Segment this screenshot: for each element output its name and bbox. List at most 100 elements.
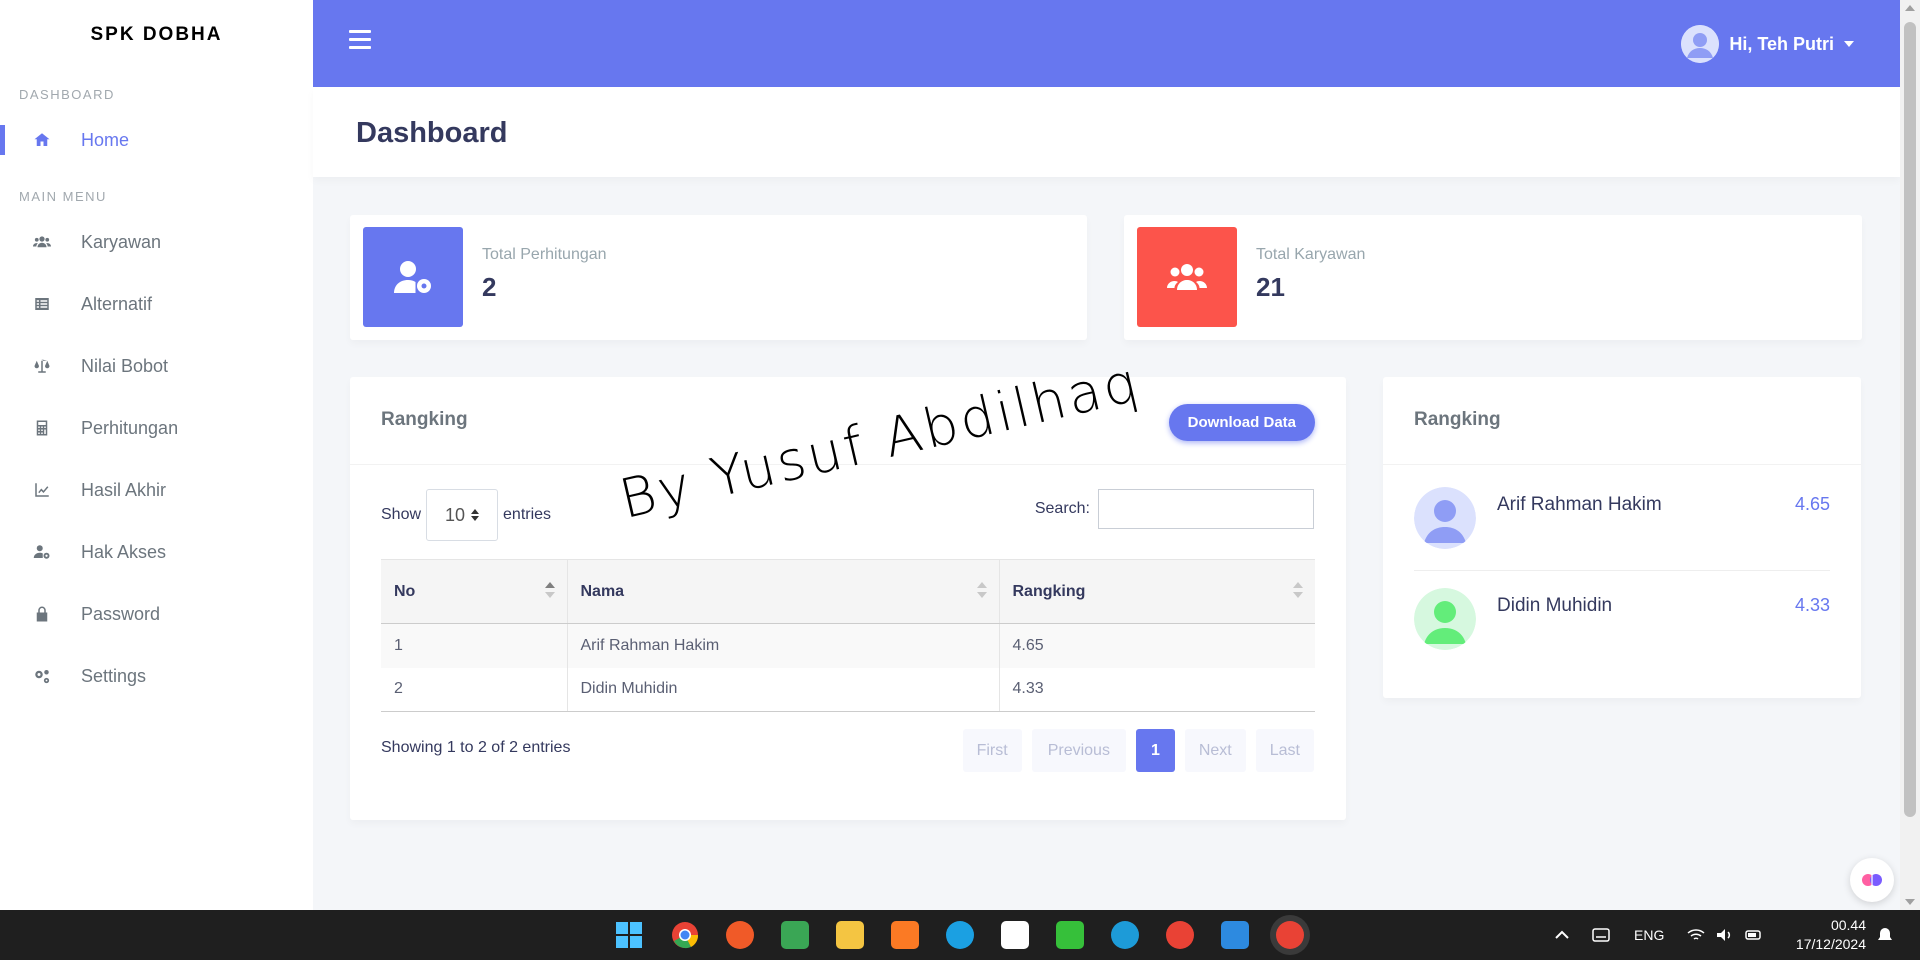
cell-rangking: 4.65	[998, 623, 1315, 668]
stat-label: Total Karyawan	[1256, 246, 1366, 263]
page-title: Dashboard	[356, 117, 508, 149]
sidebar-item-label: Home	[81, 129, 130, 150]
page-length-select[interactable]: 10	[426, 489, 499, 541]
pagination: First Previous 1 Next Last	[962, 729, 1314, 772]
ranking-name: Arif Rahman Hakim	[1497, 494, 1662, 515]
menu-header-dashboard: DASHBOARD	[19, 86, 115, 102]
column-header-no[interactable]: No	[381, 559, 567, 624]
home-icon	[33, 131, 51, 149]
table-header-row: No Nama Rangking	[381, 559, 1315, 624]
show-label: Show	[381, 506, 422, 523]
pagination-page-1[interactable]: 1	[1135, 729, 1175, 772]
list-item: Didin Muhidin 4.33	[1414, 588, 1830, 688]
sort-icon	[976, 582, 987, 598]
notepad-plus-icon[interactable]	[1056, 921, 1084, 949]
table-row: 1 Arif Rahman Hakim 4.65	[381, 623, 1315, 668]
download-data-button[interactable]: Download Data	[1168, 404, 1315, 441]
avatar	[1681, 25, 1720, 63]
column-header-rangking[interactable]: Rangking	[998, 559, 1315, 624]
chevron-up-icon[interactable]	[1553, 927, 1571, 943]
xampp-icon[interactable]	[891, 921, 919, 949]
volume-icon[interactable]	[1715, 927, 1733, 943]
chrome-active-icon[interactable]	[1276, 921, 1304, 949]
cogs-icon	[33, 667, 51, 685]
owl-app-icon[interactable]	[781, 921, 809, 949]
sidebar-item-hak-akses[interactable]: Hak Akses	[0, 521, 313, 583]
windows-taskbar: ENG 00.44 17/12/2024	[0, 910, 1920, 960]
page-length-control: Show 10 entries	[381, 489, 551, 541]
keyboard-icon[interactable]	[1592, 927, 1610, 943]
wifi-icon[interactable]	[1687, 927, 1705, 943]
stat-card-total-karyawan: Total Karyawan 21	[1124, 215, 1862, 340]
sidebar-item-perhitungan[interactable]: Perhitungan	[0, 397, 313, 459]
sidebar-item-karyawan[interactable]: Karyawan	[0, 211, 313, 273]
pen-app-icon[interactable]	[726, 921, 754, 949]
pagination-first[interactable]: First	[962, 729, 1022, 772]
page-scrollbar[interactable]	[1900, 0, 1920, 910]
sidebar-item-label: Hak Akses	[81, 541, 167, 562]
ranking-score: 4.33	[1794, 595, 1830, 615]
divider	[1414, 570, 1830, 571]
search-input[interactable]	[1098, 489, 1314, 529]
sidebar-item-label: Password	[81, 603, 161, 624]
cell-no: 2	[381, 667, 567, 712]
entries-label: entries	[503, 506, 552, 523]
lock-icon	[33, 605, 51, 623]
list-icon	[33, 295, 51, 313]
sidebar-item-password[interactable]: Password	[0, 583, 313, 645]
user-cog-icon	[363, 227, 463, 327]
pagination-next[interactable]: Next	[1184, 729, 1246, 772]
hamburger-menu-icon[interactable]	[349, 30, 371, 52]
sidebar-item-nilai-bobot[interactable]: Nilai Bobot	[0, 335, 313, 397]
sidebar-item-home[interactable]: Home	[0, 109, 313, 171]
windows-start-icon[interactable]	[615, 921, 643, 949]
cell-no: 1	[381, 623, 567, 668]
sidebar-item-label: Karyawan	[81, 231, 162, 252]
sidebar: SPK DOBHA DASHBOARD Home MAIN MENU Karya…	[0, 0, 313, 910]
chrome-profile-icon[interactable]	[1166, 921, 1194, 949]
notification-bell-icon[interactable]	[1876, 927, 1894, 943]
sidebar-item-alternatif[interactable]: Alternatif	[0, 273, 313, 335]
sidebar-item-label: Hasil Akhir	[81, 479, 167, 500]
avatar	[1414, 588, 1476, 650]
edge-icon[interactable]	[1111, 921, 1139, 949]
brand-title[interactable]: SPK DOBHA	[0, 0, 313, 70]
user-dropdown[interactable]: Hi, Teh Putri	[1681, 25, 1854, 63]
pagination-last[interactable]: Last	[1255, 729, 1314, 772]
scroll-up-icon[interactable]	[1905, 5, 1915, 11]
scrollbar-thumb[interactable]	[1904, 22, 1916, 817]
scroll-down-icon[interactable]	[1905, 899, 1915, 905]
chrome-icon[interactable]	[671, 921, 699, 949]
table-info: Showing 1 to 2 of 2 entries	[381, 739, 571, 756]
system-clock[interactable]: 00.44 17/12/2024	[1796, 916, 1866, 954]
cell-rangking: 4.33	[998, 667, 1315, 712]
chevron-down-icon	[1844, 41, 1854, 47]
vscode-icon[interactable]	[1221, 921, 1249, 949]
sidebar-item-label: Settings	[81, 665, 147, 686]
card-header: Rangking	[1383, 377, 1861, 465]
mysql-icon[interactable]	[946, 921, 974, 949]
list-item: Arif Rahman Hakim 4.65	[1414, 487, 1830, 587]
column-header-nama[interactable]: Nama	[566, 559, 999, 624]
sidebar-item-settings[interactable]: Settings	[0, 645, 313, 707]
select-arrows-icon	[471, 509, 480, 521]
avatar	[1414, 487, 1476, 549]
chart-line-icon	[33, 481, 51, 499]
balance-scale-icon	[33, 357, 51, 375]
sidebar-item-hasil-akhir[interactable]: Hasil Akhir	[0, 459, 313, 521]
sort-icon	[544, 582, 555, 598]
language-indicator[interactable]: ENG	[1634, 910, 1664, 960]
pagination-previous[interactable]: Previous	[1031, 729, 1126, 772]
cell-nama: Arif Rahman Hakim	[566, 623, 999, 668]
capcut-icon[interactable]	[1001, 921, 1029, 949]
search-label: Search:	[1034, 500, 1090, 517]
users-icon	[1137, 227, 1237, 327]
table-row: 2 Didin Muhidin 4.33	[381, 667, 1315, 712]
battery-icon[interactable]	[1745, 927, 1763, 943]
brain-assistant-icon[interactable]	[1850, 858, 1894, 902]
ranking-name: Didin Muhidin	[1497, 595, 1613, 616]
file-explorer-icon[interactable]	[836, 921, 864, 949]
top-navbar: Hi, Teh Putri	[313, 0, 1900, 87]
card-title: Rangking	[381, 409, 468, 430]
ranking-score: 4.65	[1794, 494, 1830, 514]
